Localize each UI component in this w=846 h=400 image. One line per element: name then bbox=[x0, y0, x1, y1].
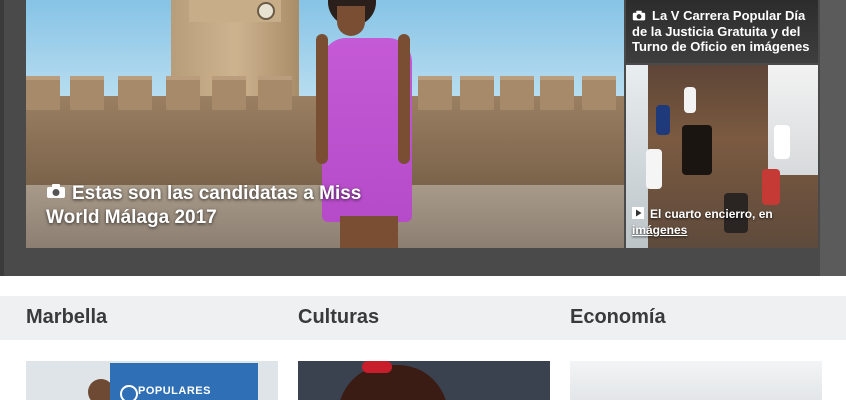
section-bar: Marbella Culturas Economía bbox=[0, 296, 846, 340]
pp-logo-icon bbox=[120, 385, 138, 400]
side-story-encierro-title-2[interactable]: imágenes bbox=[632, 223, 687, 237]
left-edge bbox=[0, 0, 4, 276]
pp-banner-text: POPULARES bbox=[138, 385, 211, 397]
side-story-encierro[interactable]: El cuarto encierro, en imágenes bbox=[626, 65, 818, 248]
side-story-encierro-title-1[interactable]: El cuarto encierro, en bbox=[650, 207, 773, 221]
play-icon bbox=[632, 207, 644, 223]
camera-icon bbox=[46, 182, 66, 206]
main-feature-caption[interactable]: Estas son las candidatas a Miss World Má… bbox=[46, 182, 406, 230]
bull bbox=[682, 125, 712, 175]
main-feature-title[interactable]: Estas son las candidatas a Miss World Má… bbox=[46, 183, 361, 228]
side-story-race[interactable]: La V Carrera Popular Día de la Justicia … bbox=[626, 0, 818, 63]
side-story-encierro-caption[interactable]: El cuarto encierro, en imágenes bbox=[632, 207, 812, 238]
woman-hair bbox=[338, 365, 448, 400]
flower-icon bbox=[362, 361, 392, 373]
runner bbox=[684, 87, 696, 113]
runner bbox=[656, 105, 670, 135]
culturas-thumbnail[interactable] bbox=[298, 361, 550, 400]
runner bbox=[774, 125, 790, 159]
model-face bbox=[337, 6, 365, 36]
economia-thumbnail[interactable] bbox=[570, 361, 822, 400]
right-strip bbox=[820, 0, 846, 276]
model-arm-left bbox=[316, 34, 328, 164]
clock-icon bbox=[257, 2, 275, 20]
runner bbox=[646, 149, 662, 189]
camera-icon bbox=[632, 9, 646, 24]
side-story-race-title[interactable]: La V Carrera Popular Día de la Justicia … bbox=[632, 8, 809, 54]
marbella-thumbnail[interactable]: POPULARES bbox=[26, 361, 278, 400]
section-title-economia[interactable]: Economía bbox=[570, 306, 666, 329]
section-title-marbella[interactable]: Marbella bbox=[26, 306, 107, 329]
section-title-culturas[interactable]: Culturas bbox=[298, 306, 379, 329]
side-story-race-caption[interactable]: La V Carrera Popular Día de la Justicia … bbox=[632, 8, 816, 54]
model-arm-right bbox=[398, 34, 410, 164]
pp-banner: POPULARES bbox=[110, 363, 258, 400]
runner bbox=[762, 169, 780, 205]
